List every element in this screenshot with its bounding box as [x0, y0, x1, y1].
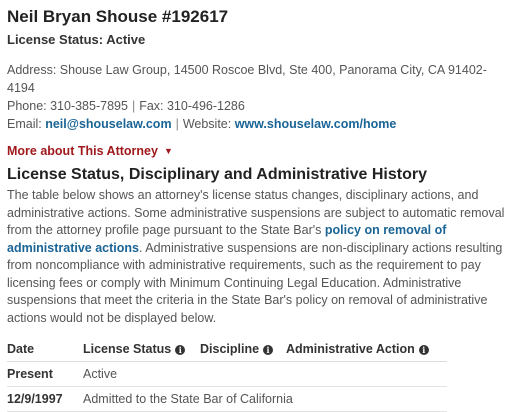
website-link[interactable]: www.shouselaw.com/home	[235, 117, 397, 131]
header-administrative-action: Administrative Action i	[286, 336, 447, 362]
email-label: Email:	[7, 117, 42, 131]
fax: Fax: 310-496-1286	[139, 99, 245, 113]
row-date: Present	[7, 361, 83, 387]
table-row: 12/9/1997 Admitted to the State Bar of C…	[7, 386, 447, 412]
contact-info: Address: Shouse Law Group, 14500 Roscoe …	[7, 61, 523, 133]
row-license-status: Active	[83, 361, 447, 387]
table-header-row: Date License Status i Discipline i Adminis…	[7, 336, 447, 362]
history-table: Date License Status i Discipline i Adminis…	[7, 336, 447, 412]
license-status: License Status: Active	[7, 32, 146, 47]
header-discipline: Discipline i	[200, 336, 286, 362]
website-label: Website:	[182, 117, 232, 131]
email-website-line: Email: neil@shouselaw.com | Website: www.s…	[7, 115, 523, 133]
table-row: Present Active	[7, 361, 447, 387]
info-icon[interactable]: i	[418, 345, 429, 355]
header-date: Date	[7, 336, 83, 362]
row-license-status: Admitted to the State Bar of California	[83, 386, 447, 412]
attorney-name: Neil Bryan Shouse #192617	[7, 7, 229, 26]
more-about-attorney-toggle[interactable]: More about This Attorney ▼	[7, 142, 173, 160]
history-heading: License Status, Disciplinary and Adminis…	[7, 166, 427, 183]
separator: |	[175, 117, 179, 131]
more-about-label: More about This Attorney	[7, 144, 158, 158]
header-license-status: License Status i	[83, 336, 200, 362]
caret-down-icon: ▼	[163, 146, 173, 156]
phone-fax-line: Phone: 310-385-7895 | Fax: 310-496-1286	[7, 97, 523, 115]
phone: Phone: 310-385-7895	[7, 99, 128, 113]
address-line-2: 4194	[7, 81, 35, 95]
info-icon[interactable]: i	[175, 345, 186, 355]
separator: |	[131, 99, 136, 113]
row-date: 12/9/1997	[7, 386, 83, 412]
attorney-profile: Neil Bryan Shouse #192617 License Status…	[7, 0, 523, 412]
email-link[interactable]: neil@shouselaw.com	[45, 117, 171, 131]
history-description: The table below shows an attorney's lice…	[7, 187, 523, 327]
address-line-1: Address: Shouse Law Group, 14500 Roscoe …	[7, 63, 487, 77]
info-icon[interactable]: i	[263, 345, 274, 355]
